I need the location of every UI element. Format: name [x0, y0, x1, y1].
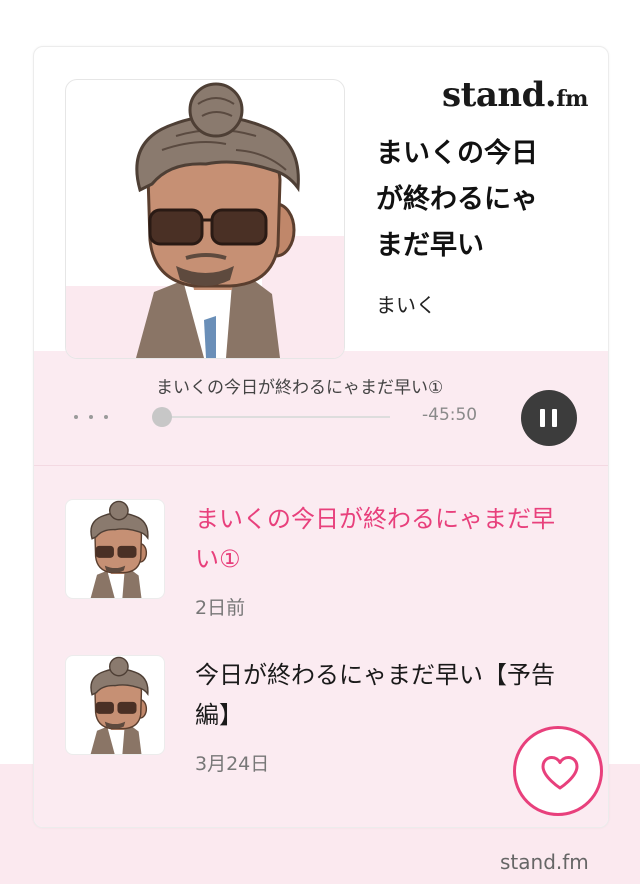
channel-title-line: まだ早い	[376, 230, 484, 261]
channel-title: まいくの今日 が終わるにゃ まだ早い	[376, 131, 586, 269]
avatar-illustration	[90, 500, 149, 598]
pause-button[interactable]	[521, 390, 577, 446]
episode-title[interactable]: 今日が終わるにゃまだ早い【予告編】	[195, 655, 565, 735]
channel-title-line: まいくの今日	[376, 138, 538, 169]
episode-title[interactable]: まいくの今日が終わるにゃまだ早い①	[195, 499, 565, 579]
now-playing-title: まいくの今日が終わるにゃまだ早い①	[156, 378, 444, 398]
stand-fm-logo: stand.fm	[442, 75, 588, 115]
progress-thumb[interactable]	[152, 407, 172, 427]
channel-author: まいく	[376, 293, 436, 317]
channel-artwork	[65, 79, 345, 359]
footer-stand-fm-link[interactable]: stand.fm	[500, 850, 589, 874]
more-dots-icon[interactable]	[74, 405, 108, 429]
player-card: stand.fm まいくの今日 が終わるにゃ まだ早い まいく まいくの今日が終…	[33, 46, 609, 828]
pause-icon	[552, 409, 557, 427]
episode-date: 3月24日	[195, 753, 270, 775]
divider	[34, 465, 608, 466]
episode-thumbnail	[65, 499, 165, 599]
progress-track[interactable]	[162, 416, 390, 418]
heart-icon	[541, 756, 579, 790]
avatar-illustration	[135, 82, 300, 358]
episode-thumbnail	[65, 655, 165, 755]
channel-title-line: が終わるにゃ	[376, 184, 538, 215]
avatar-illustration	[90, 656, 149, 754]
episode-date: 2日前	[195, 597, 246, 619]
like-button[interactable]	[513, 726, 603, 816]
pause-icon	[540, 409, 545, 427]
episode-list-item[interactable]: まいくの今日が終わるにゃまだ早い① 2日前	[34, 499, 608, 629]
remaining-time: -45:50	[422, 405, 478, 425]
